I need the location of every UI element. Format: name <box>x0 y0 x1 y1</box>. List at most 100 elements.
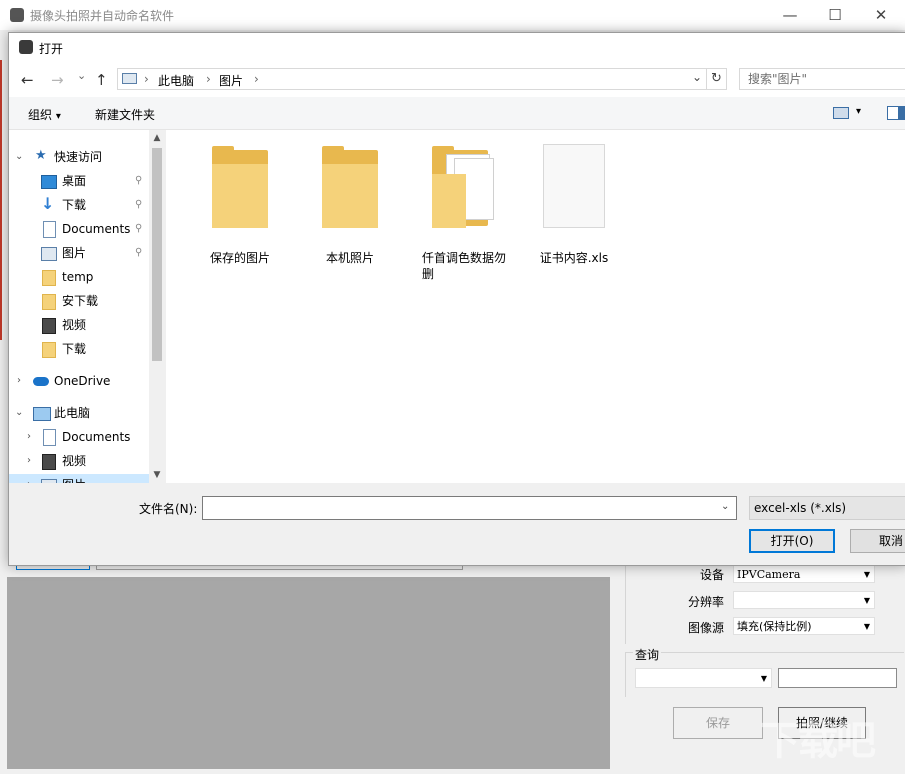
tree-item-label: Documents <box>62 430 131 444</box>
tree-item-label: 此电脑 <box>54 406 91 420</box>
tree-item-downloads[interactable]: ↓ 下载 ⚲ <box>9 194 157 216</box>
preview-pane-icon[interactable] <box>887 106 905 120</box>
tree-item-label: temp <box>62 270 94 284</box>
cancel-button[interactable]: 取消 <box>850 529 905 553</box>
device-select[interactable]: IPVCamera ▼ <box>733 565 875 583</box>
chevron-down-icon[interactable]: ⌄ <box>15 146 23 168</box>
filename-input[interactable] <box>202 496 737 520</box>
file-name: 本机照片 <box>325 251 374 265</box>
search-input[interactable]: 搜索"图片" <box>739 68 905 90</box>
maximize-button[interactable]: ☐ <box>812 0 858 30</box>
file-name: 保存的图片 <box>209 251 270 265</box>
organize-label: 组织 <box>28 108 53 122</box>
tree-item-label: 图片 <box>62 246 87 260</box>
breadcrumb-separator: › <box>144 72 149 86</box>
tree-item-pc-pictures[interactable]: › 图片 <box>9 474 157 483</box>
watermark: 下载吧 <box>760 718 876 764</box>
tree-item-label: 快速访问 <box>54 150 103 164</box>
tree-item-videos[interactable]: 视频 <box>9 314 157 336</box>
camera-app-icon <box>10 8 24 22</box>
document-icon <box>43 429 56 446</box>
filetype-select[interactable]: excel-xls (*.xls) <box>749 496 905 520</box>
tree-item-desktop[interactable]: 桌面 ⚲ <box>9 170 157 192</box>
scroll-down-icon[interactable]: ▼ <box>149 467 165 483</box>
organize-menu[interactable]: 组织 ▾ <box>28 106 61 123</box>
forward-arrow-icon[interactable]: → <box>51 71 64 89</box>
refresh-icon[interactable]: ↻ <box>706 68 727 90</box>
file-name: 仟首调色数据勿删 <box>422 251 507 281</box>
breadcrumb-this-pc[interactable]: 此电脑 <box>158 72 194 89</box>
image-source-label: 图像源 <box>687 621 724 635</box>
scroll-thumb[interactable] <box>152 148 162 361</box>
document-icon <box>43 221 56 238</box>
image-source-value: 填充(保持比例) <box>737 620 812 633</box>
star-icon: ★ <box>35 148 47 163</box>
tree-item-downloads-folder[interactable]: 下载 <box>9 338 157 360</box>
query-label: 查询 <box>633 646 662 663</box>
device-value: IPVCamera <box>737 568 801 581</box>
folder-icon <box>42 294 56 310</box>
dialog-title: 打开 <box>39 42 64 56</box>
chevron-down-icon[interactable]: ⌄ <box>721 501 729 512</box>
video-icon <box>42 454 56 470</box>
folder-icon <box>42 342 56 358</box>
background-window-title: 摄像头拍照并自动命名软件 <box>30 9 175 23</box>
camera-preview-area <box>7 577 610 769</box>
tree-item-this-pc[interactable]: ⌄ 此电脑 <box>9 402 157 424</box>
file-item-xls[interactable]: 证书内容.xls <box>524 144 624 284</box>
address-bar[interactable]: › 此电脑 › 图片 › ⌄ <box>117 68 727 90</box>
new-folder-button[interactable]: 新建文件夹 <box>95 106 155 123</box>
background-titlebar: 摄像头拍照并自动命名软件 — ☐ ✕ <box>0 0 905 30</box>
chevron-right-icon[interactable]: › <box>27 450 31 472</box>
breadcrumb-pictures[interactable]: 图片 <box>219 72 243 89</box>
tree-item-pc-videos[interactable]: › 视频 <box>9 450 157 472</box>
tree-item-label: 图片 <box>62 474 86 483</box>
tree-item-label: Documents <box>62 222 131 236</box>
query-field-select[interactable]: ▼ <box>635 668 772 688</box>
desktop-icon <box>41 175 57 189</box>
tree-item-label: 视频 <box>62 454 87 468</box>
scroll-up-icon[interactable]: ▲ <box>149 130 165 146</box>
tree-item-label: 桌面 <box>62 174 87 188</box>
chevron-right-icon[interactable]: › <box>27 474 31 483</box>
pictures-icon <box>41 247 57 261</box>
tree-item-documents[interactable]: Documents ⚲ <box>9 218 157 240</box>
query-input[interactable] <box>778 668 897 688</box>
minimize-button[interactable]: — <box>767 0 813 30</box>
recent-locations-icon[interactable]: ⌄ <box>77 69 86 82</box>
tree-item-an-downloads[interactable]: 安下载 <box>9 290 157 312</box>
device-label: 设备 <box>699 568 724 582</box>
tree-item-pc-documents[interactable]: › Documents <box>9 426 157 448</box>
back-arrow-icon[interactable]: ← <box>21 71 34 89</box>
dialog-titlebar: 打开 <box>9 33 905 63</box>
file-list-pane: 保存的图片 本机照片 仟首调色数据勿删 证书内容.xls <box>166 130 905 483</box>
chevron-down-icon[interactable]: ▾ <box>856 106 861 117</box>
tree-item-label: 视频 <box>62 318 87 332</box>
tree-item-onedrive[interactable]: › OneDrive <box>9 370 157 392</box>
file-item-folder[interactable]: 仟首调色数据勿删 <box>410 144 510 284</box>
chevron-down-icon: ▼ <box>863 570 870 579</box>
resolution-select[interactable]: ▼ <box>733 591 875 609</box>
pin-icon: ⚲ <box>135 199 143 210</box>
chevron-down-icon: ▼ <box>760 674 767 683</box>
video-icon <box>42 318 56 334</box>
close-button[interactable]: ✕ <box>858 0 904 30</box>
address-dropdown-icon[interactable]: ⌄ <box>692 70 702 84</box>
breadcrumb-separator: › <box>206 72 211 86</box>
image-source-select[interactable]: 填充(保持比例) ▼ <box>733 617 875 635</box>
open-button[interactable]: 打开(O) <box>749 529 835 553</box>
view-options-icon[interactable] <box>833 107 849 119</box>
tree-item-pictures[interactable]: 图片 ⚲ <box>9 242 157 264</box>
tree-item-label: OneDrive <box>54 374 111 388</box>
save-button[interactable]: 保存 <box>673 707 763 739</box>
file-item-folder[interactable]: 保存的图片 <box>190 144 290 284</box>
chevron-right-icon[interactable]: › <box>27 426 31 448</box>
file-item-folder[interactable]: 本机照片 <box>300 144 400 284</box>
tree-item-quick-access[interactable]: ⌄ ★ 快速访问 <box>9 146 157 168</box>
tree-item-label: 下载 <box>62 342 87 356</box>
up-arrow-icon[interactable]: ↑ <box>95 71 108 89</box>
tree-item-temp[interactable]: temp <box>9 266 157 288</box>
breadcrumb-separator: › <box>254 72 259 86</box>
chevron-down-icon[interactable]: ⌄ <box>15 402 23 424</box>
chevron-right-icon[interactable]: › <box>17 370 21 392</box>
